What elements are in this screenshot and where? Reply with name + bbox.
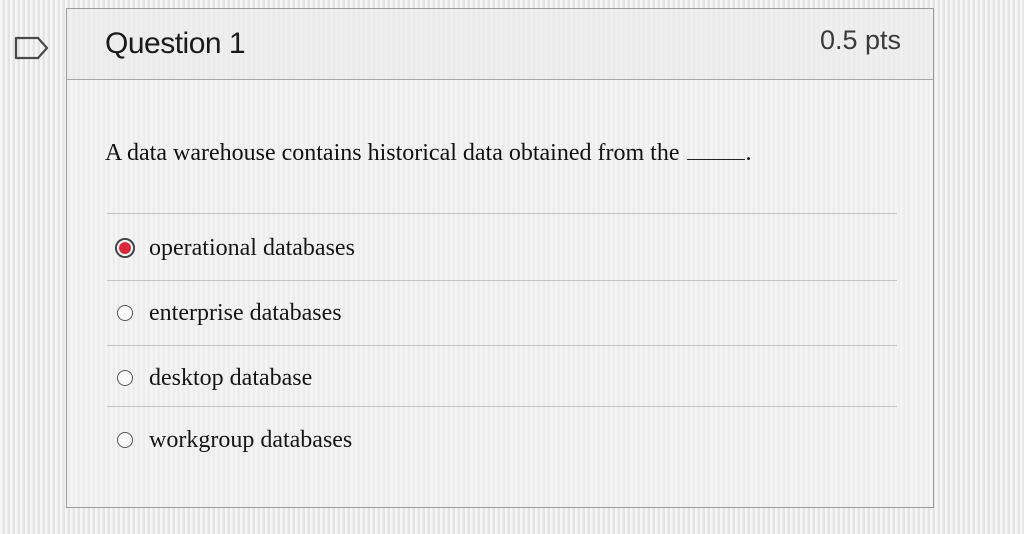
answer-label: workgroup databases — [149, 426, 353, 453]
radio-button[interactable] — [117, 370, 133, 386]
answer-divider — [107, 280, 897, 281]
answer-option-workgroup-databases[interactable]: workgroup databases — [117, 420, 352, 460]
answer-label: enterprise databases — [149, 299, 342, 326]
question-card: Question 1 0.5 pts A data warehouse cont… — [66, 8, 934, 508]
question-points: 0.5 pts — [819, 25, 901, 55]
answer-option-enterprise-databases[interactable]: enterprise databases — [117, 293, 342, 333]
answer-divider — [107, 406, 897, 407]
answer-divider — [107, 345, 897, 346]
answer-option-desktop-database[interactable]: desktop database — [117, 358, 312, 398]
question-text-body: A data warehouse contains historical dat… — [105, 140, 680, 166]
answer-option-operational-databases[interactable]: operational databases — [115, 228, 355, 268]
radio-button[interactable] — [115, 238, 135, 258]
answer-blank — [687, 141, 746, 160]
flag-icon[interactable] — [14, 36, 50, 60]
answer-divider — [107, 213, 897, 214]
answer-label: operational databases — [149, 234, 355, 261]
answer-label: desktop database — [149, 364, 313, 391]
question-header: Question 1 0.5 pts — [67, 9, 933, 80]
question-title: Question 1 — [105, 27, 246, 60]
question-text-end: . — [745, 140, 752, 166]
radio-button[interactable] — [117, 432, 133, 448]
radio-button[interactable] — [117, 305, 133, 321]
question-text: A data warehouse contains historical dat… — [105, 140, 751, 167]
